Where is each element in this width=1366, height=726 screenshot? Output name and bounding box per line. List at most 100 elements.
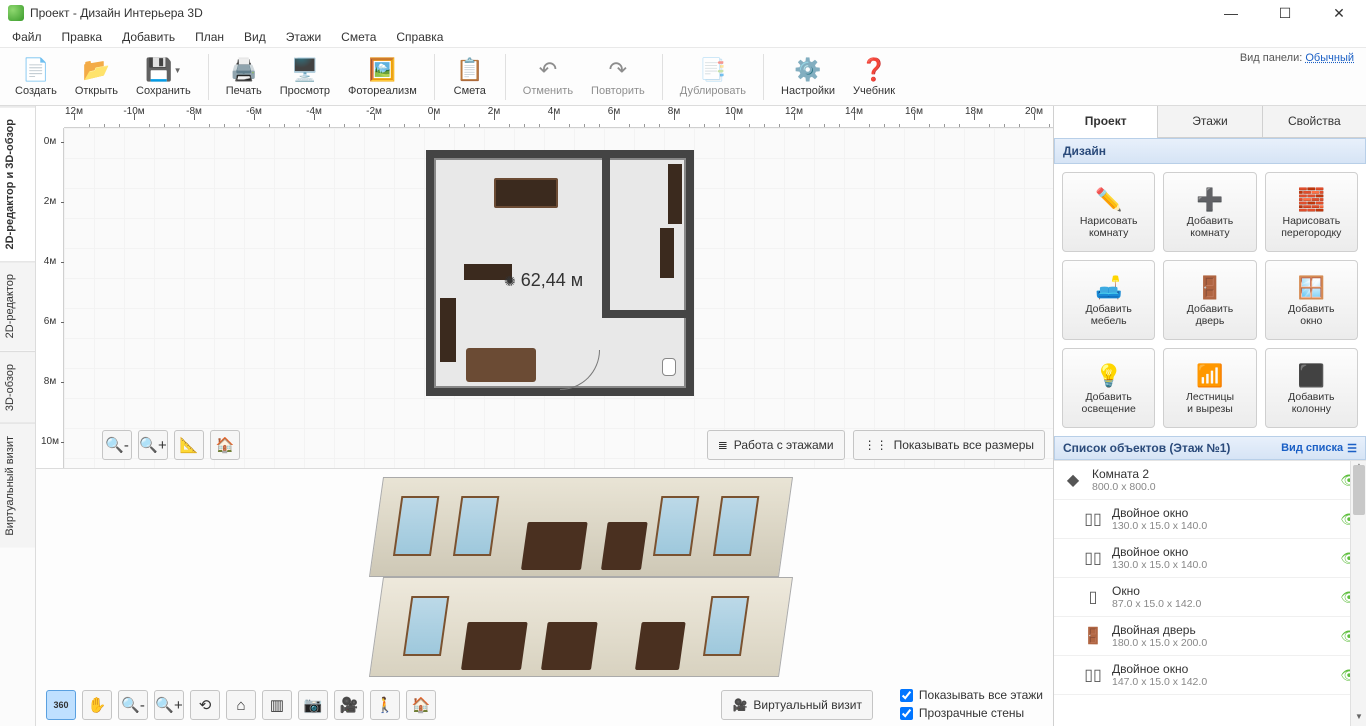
view3d-zoom-in3-button[interactable]: 🔍+ <box>154 690 184 720</box>
panel-mode-link[interactable]: Обычный <box>1305 52 1354 64</box>
left-tab-0[interactable]: 2D-редактор и 3D-обзор <box>0 106 35 261</box>
toolbar-new-button[interactable]: 📄Создать <box>6 53 66 100</box>
view3d-home-view-button[interactable]: 🏠 <box>406 690 436 720</box>
view3d-home3-button[interactable]: ⌂ <box>226 690 256 720</box>
photo-icon: 🖼️ <box>368 56 396 84</box>
menu-файл[interactable]: Файл <box>2 27 52 47</box>
object-row-w1[interactable]: ▯Окно87.0 x 15.0 x 142.0👁 <box>1054 578 1366 617</box>
menu-смета[interactable]: Смета <box>331 27 386 47</box>
view3d-zoom-out3-button[interactable]: 🔍- <box>118 690 148 720</box>
plan-home-button[interactable]: 🏠 <box>210 430 240 460</box>
ruler-v-tick: 0м <box>36 136 64 147</box>
furniture-tv[interactable] <box>440 298 456 362</box>
plan-floors-work-button[interactable]: ≣Работа с этажами <box>707 430 845 460</box>
window-controls: — ☐ ✕ <box>1216 5 1358 22</box>
ruler-v-tick: 8м <box>36 376 64 387</box>
toolbar-print-button[interactable]: 🖨️Печать <box>217 53 271 100</box>
view3d-pan-button[interactable]: ✋ <box>82 690 112 720</box>
design-add-column-button[interactable]: ⬛Добавить колонну <box>1265 348 1358 428</box>
plan-canvas[interactable]: ✺ 62,44 м 🔍-🔍+📐🏠 ≣Работа с этажами ⋮⋮Пока… <box>64 128 1053 468</box>
view3d-rot360-button[interactable]: 360 <box>46 690 76 720</box>
object-row-room2[interactable]: ◆Комната 2800.0 x 800.0👁 <box>1054 461 1366 500</box>
preview-icon: 🖥️ <box>291 56 319 84</box>
ruler-h-tick: 8м <box>644 106 704 117</box>
menu-этажи[interactable]: Этажи <box>276 27 331 47</box>
view3d-layers-button[interactable]: ▥ <box>262 690 292 720</box>
toolbar-preview-button[interactable]: 🖥️Просмотр <box>271 53 339 100</box>
transparent-walls-checkbox[interactable] <box>900 707 913 720</box>
app-icon <box>8 5 24 21</box>
building-3d[interactable] <box>376 477 786 687</box>
menu-вид[interactable]: Вид <box>234 27 276 47</box>
ruler-vertical: 0м2м4м6м8м10м <box>36 128 64 468</box>
left-tab-3[interactable]: Виртуальный визит <box>0 423 35 548</box>
door-arc[interactable] <box>560 350 600 390</box>
design-draw-room-button[interactable]: ✏️Нарисовать комнату <box>1062 172 1155 252</box>
design-draw-partition-button[interactable]: 🧱Нарисовать перегородку <box>1265 172 1358 252</box>
view3d-orbit-button[interactable]: ⟲ <box>190 690 220 720</box>
design-add-room-button[interactable]: ➕Добавить комнату <box>1163 172 1256 252</box>
plan-show-dims-button[interactable]: ⋮⋮Показывать все размеры <box>853 430 1045 460</box>
print-icon: 🖨️ <box>230 56 258 84</box>
ruler-v-tick: 10м <box>36 436 64 447</box>
furniture-counter[interactable] <box>660 228 674 278</box>
scroll-thumb[interactable] <box>1353 465 1365 515</box>
ruler-v-tick: 2м <box>36 196 64 207</box>
design-add-door-button[interactable]: 🚪Добавить дверь <box>1163 260 1256 340</box>
ruler-h-tick: 18м <box>944 106 1004 117</box>
right-tab-2[interactable]: Свойства <box>1262 106 1366 137</box>
menu-план[interactable]: План <box>185 27 234 47</box>
ruler-h-tick: -2м <box>344 106 404 117</box>
toolbar-photo-button[interactable]: 🖼️Фотореализм <box>339 53 426 100</box>
building-floor-lower <box>369 577 793 677</box>
design-add-window-button[interactable]: 🪟Добавить окно <box>1265 260 1358 340</box>
right-tab-1[interactable]: Этажи <box>1157 106 1261 137</box>
plan-zoom-in-button[interactable]: 🔍+ <box>138 430 168 460</box>
design-add-furniture-button[interactable]: 🛋️Добавить мебель <box>1062 260 1155 340</box>
furniture-table[interactable] <box>494 178 558 208</box>
menu-добавить[interactable]: Добавить <box>112 27 185 47</box>
maximize-button[interactable]: ☐ <box>1270 5 1300 22</box>
object-row-dw3[interactable]: ▯▯Двойное окно147.0 x 15.0 x 142.0👁 <box>1054 656 1366 695</box>
furniture-kitchen[interactable] <box>668 164 682 224</box>
virtual-visit-button[interactable]: 🎥 Виртуальный визит <box>721 690 873 720</box>
plan-zoom-out-button[interactable]: 🔍- <box>102 430 132 460</box>
toolbar-settings-button[interactable]: ⚙️Настройки <box>772 53 844 100</box>
view3d-walk-button[interactable]: 🚶 <box>370 690 400 720</box>
close-button[interactable]: ✕ <box>1324 5 1354 22</box>
add-window-icon: 🪟 <box>1298 273 1325 303</box>
show-all-floors-checkbox[interactable] <box>900 689 913 702</box>
floor-plan[interactable]: ✺ 62,44 м <box>426 150 694 396</box>
object-row-dw2[interactable]: ▯▯Двойное окно130.0 x 15.0 x 140.0👁 <box>1054 539 1366 578</box>
toolbar-help-button[interactable]: ❓Учебник <box>844 53 904 100</box>
list-view-toggle[interactable]: Вид списка ☰ <box>1281 442 1357 455</box>
view-3d[interactable]: 360✋🔍-🔍+⟲⌂▥📷🎥🚶🏠 🎥 Виртуальный визит Пока… <box>36 468 1053 726</box>
undo-icon: ↶ <box>534 56 562 84</box>
left-tab-2[interactable]: 3D-обзор <box>0 351 35 423</box>
toolbar-save-button[interactable]: 💾▼Сохранить <box>127 53 200 100</box>
settings-icon: ⚙️ <box>794 56 822 84</box>
menu-справка[interactable]: Справка <box>386 27 453 47</box>
view3d-cam-button[interactable]: 🎥 <box>334 690 364 720</box>
plan-toolbar-left: 🔍-🔍+📐🏠 <box>102 430 240 460</box>
ruler-v-tick: 4м <box>36 256 64 267</box>
scrollbar[interactable]: ▲ ▼ <box>1350 461 1366 726</box>
toolbar-open-button[interactable]: 📂Открыть <box>66 53 127 100</box>
object-row-dw1[interactable]: ▯▯Двойное окно130.0 x 15.0 x 140.0👁 <box>1054 500 1366 539</box>
plan-measure-button[interactable]: 📐 <box>174 430 204 460</box>
left-tab-1[interactable]: 2D-редактор <box>0 261 35 350</box>
view3d-shot-button[interactable]: 📷 <box>298 690 328 720</box>
furniture-sofa[interactable] <box>466 348 536 382</box>
toilet[interactable] <box>662 358 676 376</box>
minimize-button[interactable]: — <box>1216 5 1246 22</box>
design-stairs-button[interactable]: 📶Лестницы и вырезы <box>1163 348 1256 428</box>
check-show-all-floors[interactable]: Показывать все этажи <box>900 688 1043 702</box>
toolbar-budget-button[interactable]: 📋Смета <box>443 53 497 100</box>
design-add-light-button[interactable]: 💡Добавить освещение <box>1062 348 1155 428</box>
object-row-dd1[interactable]: 🚪Двойная дверь180.0 x 15.0 x 200.0👁 <box>1054 617 1366 656</box>
menu-правка[interactable]: Правка <box>52 27 113 47</box>
right-tab-0[interactable]: Проект <box>1054 106 1157 138</box>
scroll-down[interactable]: ▼ <box>1351 712 1366 726</box>
check-transparent-walls[interactable]: Прозрачные стены <box>900 706 1043 720</box>
object-list[interactable]: ◆Комната 2800.0 x 800.0👁▯▯Двойное окно13… <box>1054 460 1366 726</box>
